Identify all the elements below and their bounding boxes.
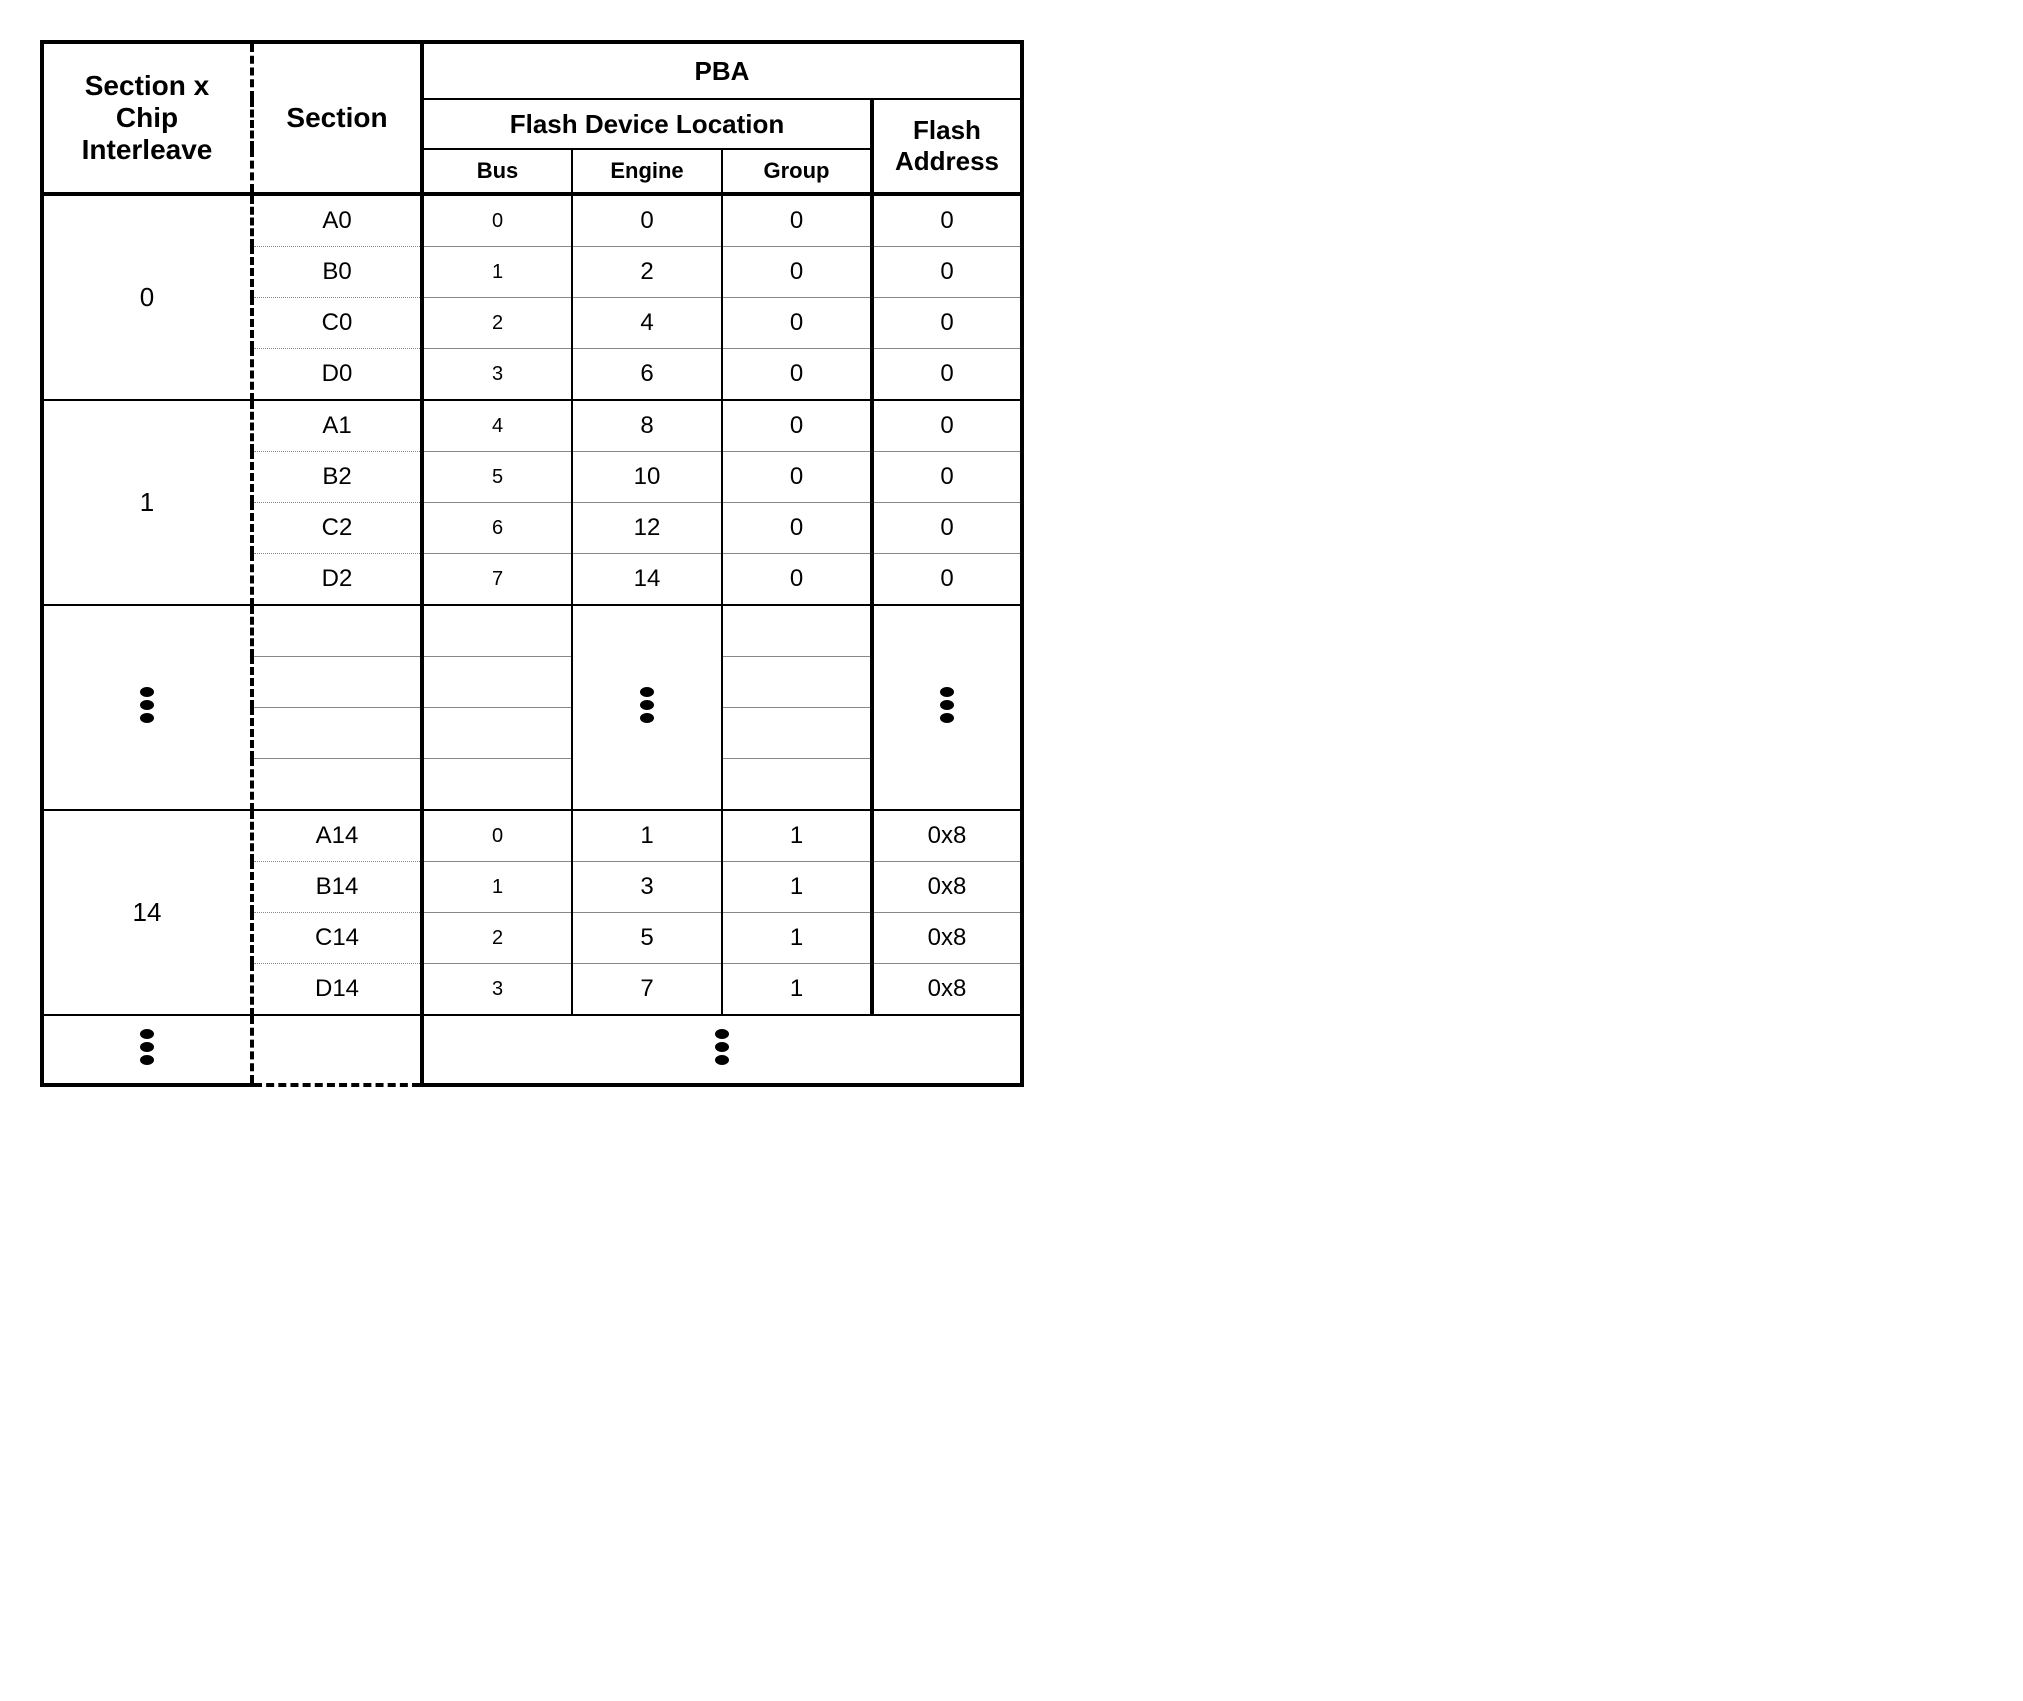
ellipsis-icon [872, 605, 1022, 810]
interleave-cell: 1 [42, 400, 252, 605]
addr-cell: 0 [872, 349, 1022, 401]
section-cell: A14 [252, 810, 422, 862]
ellipsis-icon [42, 605, 252, 810]
group-cell: 0 [722, 503, 872, 554]
section-cell: D2 [252, 554, 422, 606]
bus-cell: 3 [422, 964, 572, 1016]
addr-cell: 0 [872, 194, 1022, 247]
hdr-flash-address: Flash Address [872, 99, 1022, 194]
group-cell: 1 [722, 913, 872, 964]
pba-mapping-table: Section x Chip Interleave Section PBA Fl… [40, 40, 1024, 1087]
group-cell: 0 [722, 554, 872, 606]
bus-cell: 4 [422, 400, 572, 452]
bus-cell: 7 [422, 554, 572, 606]
section-cell: A0 [252, 194, 422, 247]
ellipsis-icon [42, 1015, 252, 1085]
addr-cell: 0 [872, 554, 1022, 606]
table-row: 1 A1 4 8 0 0 [42, 400, 1022, 452]
group-cell: 1 [722, 810, 872, 862]
group-cell: 1 [722, 964, 872, 1016]
addr-cell: 0 [872, 247, 1022, 298]
engine-cell: 3 [572, 862, 722, 913]
engine-cell: 7 [572, 964, 722, 1016]
engine-cell: 0 [572, 194, 722, 247]
bus-cell: 1 [422, 247, 572, 298]
hdr-bus: Bus [422, 149, 572, 194]
section-cell: C2 [252, 503, 422, 554]
group-cell: 0 [722, 349, 872, 401]
ellipsis-icon [422, 1015, 1022, 1085]
section-cell: C14 [252, 913, 422, 964]
engine-cell: 8 [572, 400, 722, 452]
hdr-flash-device-location: Flash Device Location [422, 99, 872, 149]
bus-cell: 2 [422, 913, 572, 964]
ellipsis-row [42, 1015, 1022, 1085]
engine-cell: 5 [572, 913, 722, 964]
group-cell: 0 [722, 400, 872, 452]
addr-cell: 0 [872, 503, 1022, 554]
addr-cell: 0 [872, 452, 1022, 503]
addr-cell: 0x8 [872, 913, 1022, 964]
group-cell: 0 [722, 452, 872, 503]
section-cell: C0 [252, 298, 422, 349]
bus-cell: 0 [422, 194, 572, 247]
ellipsis-icon [572, 605, 722, 810]
section-cell: D0 [252, 349, 422, 401]
bus-cell: 5 [422, 452, 572, 503]
table-row: 14 A14 0 1 1 0x8 [42, 810, 1022, 862]
addr-cell: 0x8 [872, 862, 1022, 913]
addr-cell: 0x8 [872, 964, 1022, 1016]
hdr-section: Section [252, 42, 422, 194]
section-cell: D14 [252, 964, 422, 1016]
addr-cell: 0x8 [872, 810, 1022, 862]
engine-cell: 1 [572, 810, 722, 862]
interleave-cell: 14 [42, 810, 252, 1015]
addr-cell: 0 [872, 298, 1022, 349]
engine-cell: 4 [572, 298, 722, 349]
section-cell: B14 [252, 862, 422, 913]
engine-cell: 6 [572, 349, 722, 401]
engine-cell: 12 [572, 503, 722, 554]
hdr-pba: PBA [422, 42, 1022, 99]
addr-cell: 0 [872, 400, 1022, 452]
bus-cell: 2 [422, 298, 572, 349]
section-cell: A1 [252, 400, 422, 452]
hdr-engine: Engine [572, 149, 722, 194]
bus-cell: 6 [422, 503, 572, 554]
engine-cell: 14 [572, 554, 722, 606]
table-row: 0 A0 0 0 0 0 [42, 194, 1022, 247]
hdr-interleave: Section x Chip Interleave [42, 42, 252, 194]
ellipsis-row [42, 605, 1022, 657]
engine-cell: 2 [572, 247, 722, 298]
bus-cell: 0 [422, 810, 572, 862]
section-cell: B0 [252, 247, 422, 298]
engine-cell: 10 [572, 452, 722, 503]
group-cell: 0 [722, 247, 872, 298]
bus-cell: 3 [422, 349, 572, 401]
group-cell: 1 [722, 862, 872, 913]
group-cell: 0 [722, 298, 872, 349]
bus-cell: 1 [422, 862, 572, 913]
section-cell: B2 [252, 452, 422, 503]
group-cell: 0 [722, 194, 872, 247]
hdr-group: Group [722, 149, 872, 194]
interleave-cell: 0 [42, 194, 252, 400]
